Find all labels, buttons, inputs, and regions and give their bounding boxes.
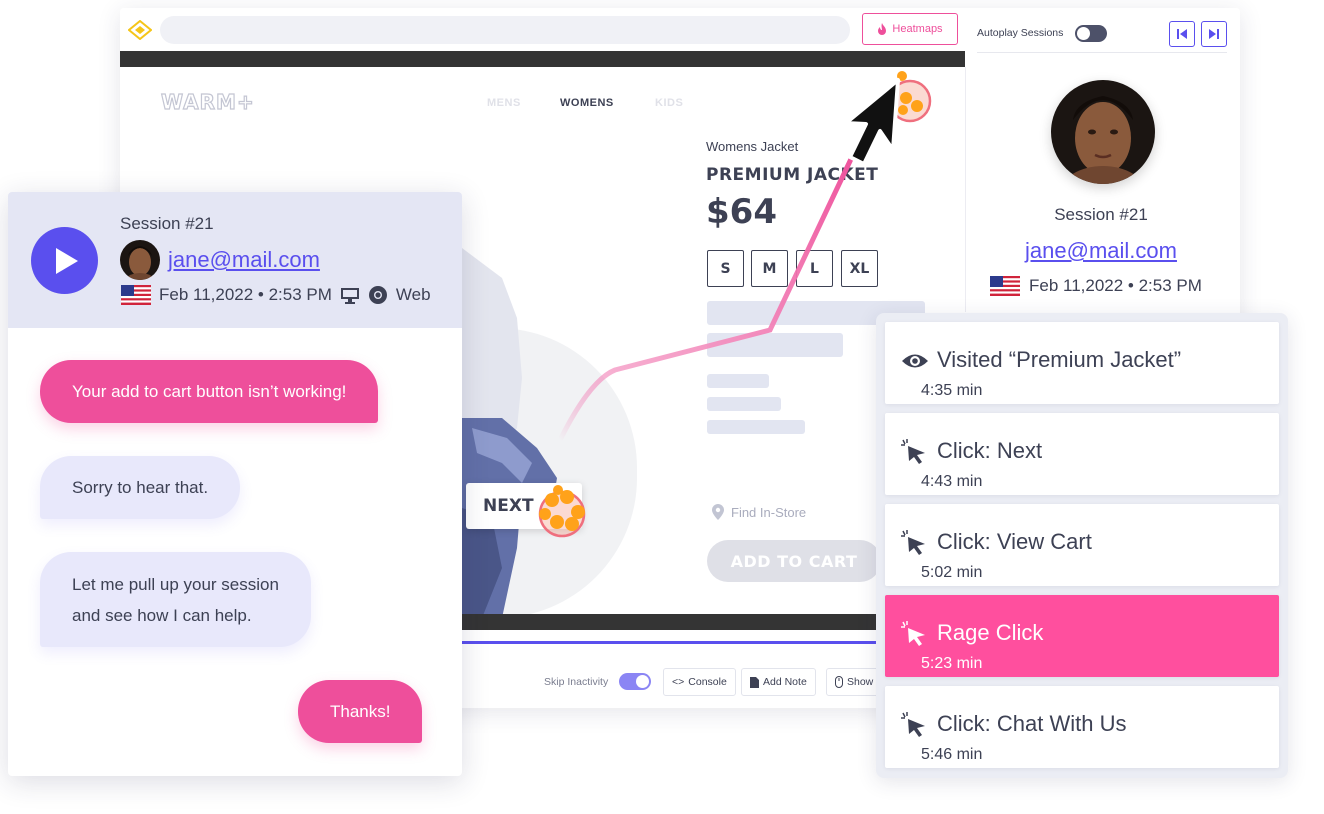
note-icon	[750, 676, 759, 688]
url-bar[interactable]	[160, 16, 850, 44]
placeholder-line	[707, 333, 843, 357]
heatmaps-label: Heatmaps	[892, 23, 943, 35]
play-icon	[56, 247, 78, 274]
eye-icon	[902, 354, 928, 368]
shop-logo: WARM+	[160, 89, 255, 114]
product-name: PREMIUM JACKET	[706, 165, 879, 185]
event-title: Click: View Cart	[937, 529, 1092, 554]
event-item[interactable]: Click: View Cart 5:02 min	[885, 504, 1279, 586]
location-pin-icon	[712, 504, 724, 520]
session-events-panel: Visited “Premium Jacket” 4:35 min Click:…	[876, 313, 1288, 778]
event-time: 4:35 min	[921, 382, 983, 399]
find-in-store-label: Find In-Store	[731, 504, 807, 520]
size-button-xl[interactable]: XL	[841, 250, 878, 287]
product-image	[462, 248, 557, 618]
chat-panel: Session #21 jane@mail.com Feb 11,2022 • …	[8, 192, 462, 776]
message-text: Your add to cart button isn’t working!	[72, 382, 347, 401]
chat-user-avatar	[120, 240, 160, 280]
autoplay-label: Autoplay Sessions	[977, 27, 1064, 39]
chat-message-user: Thanks!	[298, 680, 423, 743]
event-time: 5:02 min	[921, 564, 983, 581]
chat-message-user: Your add to cart button isn’t working!	[40, 360, 379, 423]
product-price: $64	[706, 192, 777, 232]
message-text-line2: and see how I can help.	[72, 605, 252, 625]
profile-session-number: Session #21	[1054, 205, 1148, 224]
message-text: Let me pull up your session	[72, 574, 279, 594]
event-title: Click: Chat With Us	[937, 711, 1127, 736]
chat-session-number: Session #21	[120, 214, 214, 233]
skip-inactivity-toggle[interactable]	[619, 673, 651, 690]
cursor-click-icon	[901, 439, 925, 464]
chat-date-text: Feb 11,2022 • 2:53 PM	[159, 285, 332, 304]
event-time: 5:23 min	[921, 655, 983, 672]
platform-label: Web	[395, 285, 431, 304]
mouse-icon	[835, 676, 843, 688]
us-flag-icon	[990, 276, 1020, 296]
chat-email-link[interactable]: jane@mail.com	[168, 247, 320, 273]
user-avatar	[1051, 80, 1155, 184]
show-label: Show	[847, 676, 874, 688]
profile-date-text: Feb 11,2022 • 2:53 PM	[1029, 276, 1202, 295]
profile-email-link[interactable]: jane@mail.com	[976, 238, 1226, 264]
heatmaps-button[interactable]: Heatmaps	[862, 13, 958, 45]
autoplay-toggle[interactable]	[1075, 25, 1107, 42]
replay-topbar: Heatmaps	[120, 8, 965, 51]
event-item[interactable]: Click: Chat With Us 5:46 min	[885, 686, 1279, 768]
flame-icon	[878, 23, 887, 35]
next-button[interactable]: NEXT	[466, 483, 582, 529]
previous-session-button[interactable]	[1169, 21, 1195, 47]
size-button-s[interactable]: S	[707, 250, 744, 287]
size-button-m[interactable]: M	[751, 250, 788, 287]
product-category: Womens Jacket	[706, 139, 799, 154]
skip-back-icon	[1177, 29, 1187, 39]
message-text: Thanks!	[330, 702, 391, 721]
chrome-icon	[368, 286, 387, 304]
placeholder-line	[707, 397, 781, 411]
placeholder-line	[707, 374, 769, 388]
skip-forward-icon	[1209, 29, 1219, 39]
chat-header: Session #21 jane@mail.com Feb 11,2022 • …	[8, 192, 462, 328]
event-item[interactable]: Click: Next 4:43 min	[885, 413, 1279, 495]
video-top-strip	[120, 51, 965, 67]
cursor-click-icon	[901, 621, 925, 646]
placeholder-line	[707, 420, 805, 434]
panel-divider	[965, 67, 966, 312]
app-logo-icon	[128, 20, 152, 40]
chat-message-agent: Sorry to hear that.	[40, 456, 241, 519]
find-in-store-link[interactable]: Find In-Store	[712, 504, 806, 520]
desktop-icon	[340, 288, 359, 304]
event-item[interactable]: Visited “Premium Jacket” 4:35 min	[885, 322, 1279, 404]
shop-nav-womens[interactable]: WOMENS	[560, 97, 614, 109]
add-note-label: Add Note	[763, 676, 807, 688]
chat-message-agent: Let me pull up your session and see how …	[40, 552, 311, 647]
console-button[interactable]: <> Console	[663, 668, 736, 696]
playback-progress-bar[interactable]	[462, 641, 880, 644]
add-note-button[interactable]: Add Note	[741, 668, 816, 696]
autoplay-bar: Autoplay Sessions	[977, 8, 1227, 53]
add-to-cart-button[interactable]: ADD TO CART	[707, 540, 881, 582]
event-time: 4:43 min	[921, 473, 983, 490]
event-time: 5:46 min	[921, 746, 983, 763]
chat-session-meta: Feb 11,2022 • 2:53 PM Web	[121, 285, 431, 305]
cursor-click-icon	[901, 712, 925, 737]
message-text: Sorry to hear that.	[72, 478, 209, 497]
us-flag-icon	[121, 285, 151, 305]
console-label: Console	[688, 676, 727, 688]
size-button-l[interactable]: L	[796, 250, 833, 287]
event-item-active[interactable]: Rage Click 5:23 min	[885, 595, 1279, 677]
video-bottom-strip	[462, 614, 880, 630]
shop-nav-kids[interactable]: KIDS	[655, 97, 683, 109]
event-title: Visited “Premium Jacket”	[937, 347, 1182, 372]
play-session-button[interactable]	[31, 227, 98, 294]
event-title: Rage Click	[937, 620, 1044, 645]
shop-nav-mens[interactable]: MENS	[487, 97, 521, 109]
profile-date: Feb 11,2022 • 2:53 PM	[990, 276, 1202, 296]
code-icon: <>	[672, 676, 685, 688]
skip-inactivity-label: Skip Inactivity	[544, 676, 609, 688]
next-session-button[interactable]	[1201, 21, 1227, 47]
event-title: Click: Next	[937, 438, 1043, 463]
cursor-click-icon	[901, 530, 925, 555]
